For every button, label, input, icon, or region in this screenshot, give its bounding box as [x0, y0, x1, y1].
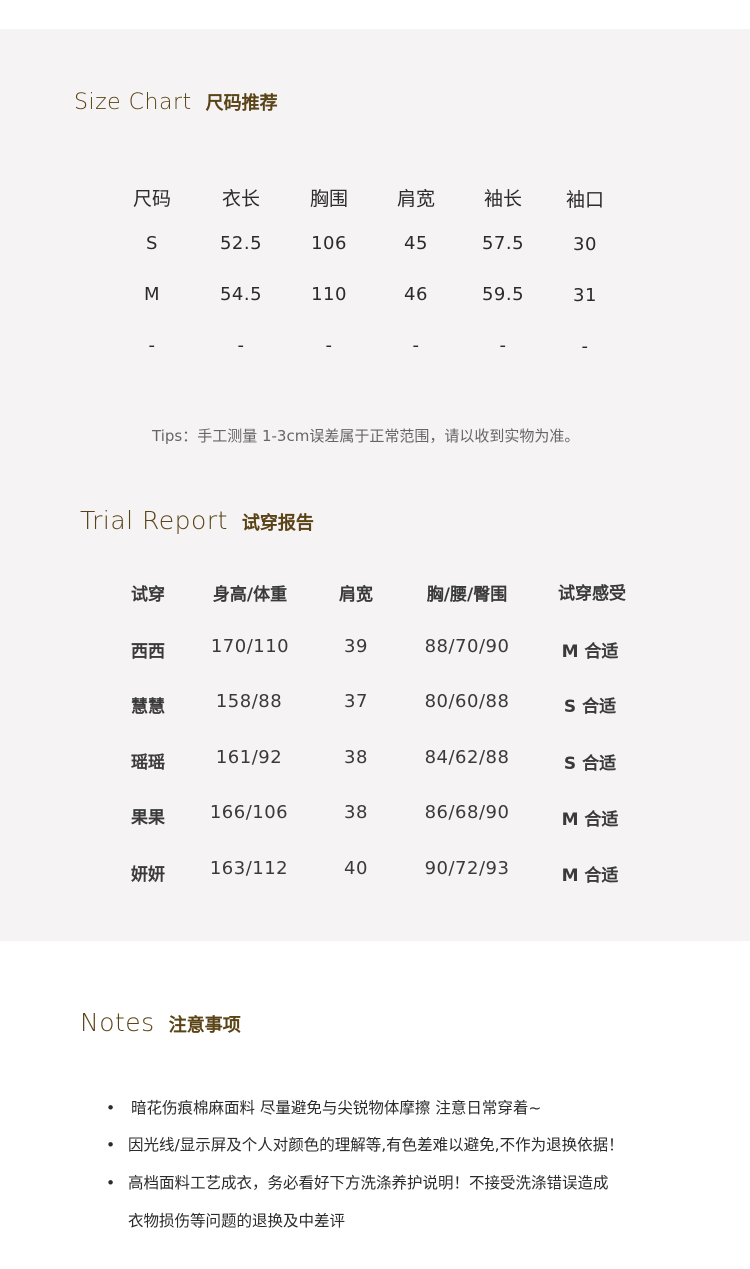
- trial-report-title-cn: 试穿报告: [241, 513, 314, 534]
- note-item: • 暗花伤痕棉麻面料 尽量避免与尖锐物体摩擦 注意日常穿着~: [106, 1096, 541, 1118]
- size-chart-title-en: Size Chart: [74, 90, 192, 115]
- notes-title-cn: 注意事项: [168, 1015, 241, 1036]
- note-text: 因光线/显示屏及个人对颜色的理解等,有色差难以避免,不作为退换依据！: [128, 1136, 624, 1154]
- trial-fit-cell: M 合适: [561, 810, 619, 830]
- bullet-icon: •: [106, 1099, 116, 1117]
- size-cell: 52.5: [219, 233, 263, 254]
- size-header-cell: 尺码: [132, 188, 172, 210]
- trial-name-cell: 慧慧: [131, 697, 165, 717]
- size-header-cell: 袖口: [565, 189, 605, 211]
- trial-cell: 84/62/88: [424, 747, 510, 768]
- trial-cell: 80/60/88: [424, 691, 510, 712]
- trial-name-cell: 西西: [131, 642, 165, 662]
- note-item: • 因光线/显示屏及个人对颜色的理解等,有色差难以避免,不作为退换依据！: [106, 1133, 624, 1155]
- size-cell: -: [499, 335, 507, 356]
- bullet-icon: •: [106, 1136, 116, 1154]
- trial-fit-cell: S 合适: [563, 697, 617, 717]
- trial-cell: 166/106: [209, 802, 289, 823]
- trial-header-cell: 试穿感受: [558, 584, 626, 604]
- trial-fit-cell: S 合适: [563, 754, 617, 774]
- size-cell: 59.5: [481, 284, 525, 305]
- trial-fit-cell: M 合适: [561, 642, 619, 662]
- trial-header-cell: 身高/体重: [212, 585, 288, 605]
- size-cell: 45: [404, 233, 428, 254]
- trial-cell: 158/88: [215, 691, 283, 712]
- notes-title-en: Notes: [80, 1008, 155, 1037]
- size-chart-tips: Tips：手工测量 1-3cm误差属于正常范围，请以收到实物为准。: [152, 427, 580, 445]
- trial-fit-cell: M 合适: [561, 866, 619, 886]
- bullet-icon: •: [106, 1174, 116, 1192]
- size-cell: -: [325, 335, 333, 356]
- trial-cell: 40: [344, 858, 368, 879]
- size-cell: 31: [573, 285, 597, 306]
- size-cell: 46: [404, 284, 428, 305]
- size-cell: -: [148, 335, 156, 356]
- trial-cell: 161/92: [215, 747, 283, 768]
- size-cell: -: [412, 335, 420, 356]
- trial-cell: 38: [344, 747, 368, 768]
- trial-cell: 90/72/93: [424, 858, 510, 879]
- size-chart-title: Size Chart 尺码推荐: [74, 89, 278, 115]
- size-cell: M: [143, 284, 161, 305]
- size-cell: 57.5: [481, 233, 525, 254]
- size-cell: -: [237, 335, 245, 356]
- note-text: 暗花伤痕棉麻面料 尽量避免与尖锐物体摩擦 注意日常穿着~: [131, 1099, 542, 1117]
- trial-report-title: Trial Report 试穿报告: [80, 506, 314, 535]
- trial-cell: 37: [344, 691, 368, 712]
- size-header-cell: 胸围: [309, 188, 349, 210]
- trial-cell: 86/68/90: [424, 802, 510, 823]
- size-header-cell: 袖长: [483, 188, 523, 210]
- note-continuation: 衣物损伤等问题的退换及中差评: [128, 1212, 346, 1230]
- size-header-cell: 肩宽: [396, 188, 436, 210]
- trial-header-cell: 胸/腰/臀围: [426, 585, 508, 605]
- trial-report-title-en: Trial Report: [80, 506, 228, 535]
- trial-name-cell: 果果: [131, 808, 165, 828]
- size-cell: S: [146, 233, 158, 254]
- size-trial-panel: [0, 29, 750, 941]
- trial-cell: 38: [344, 802, 368, 823]
- trial-cell: 170/110: [210, 636, 290, 657]
- size-chart-title-cn: 尺码推荐: [205, 93, 278, 114]
- trial-name-cell: 妍妍: [131, 865, 165, 885]
- size-cell: -: [581, 336, 589, 357]
- size-cell: 54.5: [219, 284, 263, 305]
- note-text: 高档面料工艺成衣，务必看好下方洗涤养护说明！不接受洗涤错误造成: [128, 1174, 609, 1192]
- size-cell: 110: [311, 284, 347, 305]
- trial-cell: 163/112: [209, 858, 289, 879]
- size-cell: 106: [311, 233, 347, 254]
- trial-name-cell: 瑶瑶: [131, 753, 165, 773]
- trial-cell: 88/70/90: [424, 636, 510, 657]
- trial-header-cell: 试穿: [131, 585, 165, 605]
- trial-cell: 39: [344, 636, 368, 657]
- size-cell: 30: [573, 234, 597, 255]
- note-item: • 高档面料工艺成衣，务必看好下方洗涤养护说明！不接受洗涤错误造成: [106, 1171, 609, 1193]
- trial-header-cell: 肩宽: [339, 585, 373, 605]
- notes-title: Notes 注意事项: [80, 1008, 241, 1037]
- size-header-cell: 衣长: [221, 188, 261, 210]
